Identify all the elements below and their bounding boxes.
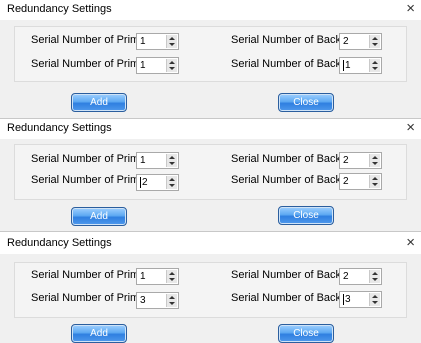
- add-button[interactable]: Add: [71, 93, 127, 112]
- close-icon[interactable]: ×: [406, 235, 415, 251]
- chevron-up-icon[interactable]: [169, 178, 175, 181]
- divider: [0, 231, 421, 232]
- spinner-arrows[interactable]: [166, 35, 177, 48]
- add-button[interactable]: Add: [71, 324, 127, 343]
- chevron-up-icon[interactable]: [372, 177, 378, 180]
- close-button[interactable]: Close: [278, 324, 334, 343]
- spinner-arrows[interactable]: [369, 270, 380, 283]
- chevron-up-icon[interactable]: [372, 295, 378, 298]
- chevron-up-icon[interactable]: [169, 37, 175, 40]
- chevron-up-icon[interactable]: [169, 156, 175, 159]
- backup-serial-spinner-2[interactable]: 1: [339, 57, 382, 74]
- spinner-arrows[interactable]: [369, 293, 380, 306]
- chevron-up-icon[interactable]: [372, 272, 378, 275]
- chevron-down-icon[interactable]: [169, 184, 175, 187]
- serial-number-group: Serial Number of Primar... 1 Serial Numb…: [14, 144, 407, 200]
- primary-serial-spinner-2[interactable]: 1: [136, 57, 179, 74]
- primary-serial-spinner-1[interactable]: 1: [136, 268, 179, 285]
- serial-number-group: Serial Number of Primar... 1 Serial Numb…: [14, 26, 407, 82]
- backup-serial-label-2: Serial Number of Backu...: [231, 58, 357, 70]
- redundancy-settings-dialog-1: Redundancy Settings × Serial Number of P…: [0, 0, 421, 118]
- spinner-arrows[interactable]: [166, 59, 177, 72]
- chevron-down-icon[interactable]: [372, 278, 378, 281]
- close-button[interactable]: Close: [278, 206, 334, 225]
- backup-serial-label-1: Serial Number of Backu...: [231, 153, 357, 165]
- dialog-title: Redundancy Settings: [7, 237, 112, 249]
- redundancy-settings-dialog-2: Redundancy Settings × Serial Number of P…: [0, 119, 421, 231]
- chevron-down-icon[interactable]: [372, 301, 378, 304]
- spinner-arrows[interactable]: [166, 270, 177, 283]
- spinner-value: 3: [343, 294, 351, 305]
- dialog-title: Redundancy Settings: [7, 3, 112, 15]
- spinner-arrows[interactable]: [369, 59, 380, 72]
- dialog-title: Redundancy Settings: [7, 122, 112, 134]
- chevron-down-icon[interactable]: [169, 67, 175, 70]
- chevron-up-icon[interactable]: [169, 296, 175, 299]
- chevron-up-icon[interactable]: [169, 272, 175, 275]
- spinner-value: 1: [140, 36, 146, 47]
- serial-number-group: Serial Number of Primar... 1 Serial Numb…: [14, 262, 407, 318]
- primary-serial-spinner-1[interactable]: 1: [136, 33, 179, 50]
- chevron-up-icon[interactable]: [169, 61, 175, 64]
- backup-serial-spinner-2[interactable]: 3: [339, 291, 382, 308]
- chevron-down-icon[interactable]: [372, 43, 378, 46]
- close-icon[interactable]: ×: [406, 120, 415, 136]
- primary-serial-spinner-1[interactable]: 1: [136, 152, 179, 169]
- backup-serial-spinner-1[interactable]: 2: [339, 152, 382, 169]
- dialog-body: Serial Number of Primar... 1 Serial Numb…: [0, 139, 421, 231]
- spinner-value: 2: [343, 271, 349, 282]
- title-bar: Redundancy Settings ×: [0, 119, 421, 139]
- chevron-up-icon[interactable]: [372, 37, 378, 40]
- backup-serial-label-2: Serial Number of Backu...: [231, 174, 357, 186]
- backup-serial-label-1: Serial Number of Backu...: [231, 34, 357, 46]
- backup-serial-spinner-1[interactable]: 2: [339, 268, 382, 285]
- spinner-value: 1: [140, 271, 146, 282]
- spinner-value: 1: [140, 60, 146, 71]
- spinner-value: 2: [343, 155, 349, 166]
- backup-serial-label-1: Serial Number of Backu...: [231, 269, 357, 281]
- spinner-arrows[interactable]: [369, 175, 380, 188]
- backup-serial-spinner-1[interactable]: 2: [339, 33, 382, 50]
- spinner-value: 2: [140, 177, 148, 188]
- chevron-down-icon[interactable]: [372, 162, 378, 165]
- chevron-down-icon[interactable]: [169, 43, 175, 46]
- close-button[interactable]: Close: [278, 93, 334, 112]
- chevron-up-icon[interactable]: [372, 156, 378, 159]
- redundancy-settings-dialog-3: Redundancy Settings × Serial Number of P…: [0, 234, 421, 343]
- backup-serial-label-2: Serial Number of Backu...: [231, 292, 357, 304]
- spinner-value: 1: [140, 155, 146, 166]
- chevron-down-icon[interactable]: [169, 162, 175, 165]
- chevron-down-icon[interactable]: [372, 183, 378, 186]
- spinner-value: 2: [343, 36, 349, 47]
- chevron-down-icon[interactable]: [169, 302, 175, 305]
- close-icon[interactable]: ×: [406, 1, 415, 17]
- spinner-value: 1: [343, 60, 351, 71]
- spinner-arrows[interactable]: [166, 294, 177, 307]
- title-bar: Redundancy Settings ×: [0, 234, 421, 254]
- backup-serial-spinner-2[interactable]: 2: [339, 173, 382, 190]
- spinner-value: 3: [140, 295, 146, 306]
- chevron-down-icon[interactable]: [372, 67, 378, 70]
- dialog-body: Serial Number of Primar... 1 Serial Numb…: [0, 254, 421, 343]
- primary-serial-spinner-2[interactable]: 2: [136, 174, 179, 191]
- add-button[interactable]: Add: [71, 207, 127, 226]
- chevron-up-icon[interactable]: [372, 61, 378, 64]
- dialog-body: Serial Number of Primar... 1 Serial Numb…: [0, 20, 421, 118]
- spinner-arrows[interactable]: [369, 35, 380, 48]
- spinner-arrows[interactable]: [369, 154, 380, 167]
- spinner-value: 2: [343, 176, 349, 187]
- title-bar: Redundancy Settings ×: [0, 0, 421, 20]
- spinner-arrows[interactable]: [166, 154, 177, 167]
- primary-serial-spinner-2[interactable]: 3: [136, 292, 179, 309]
- chevron-down-icon[interactable]: [169, 278, 175, 281]
- spinner-arrows[interactable]: [166, 176, 177, 189]
